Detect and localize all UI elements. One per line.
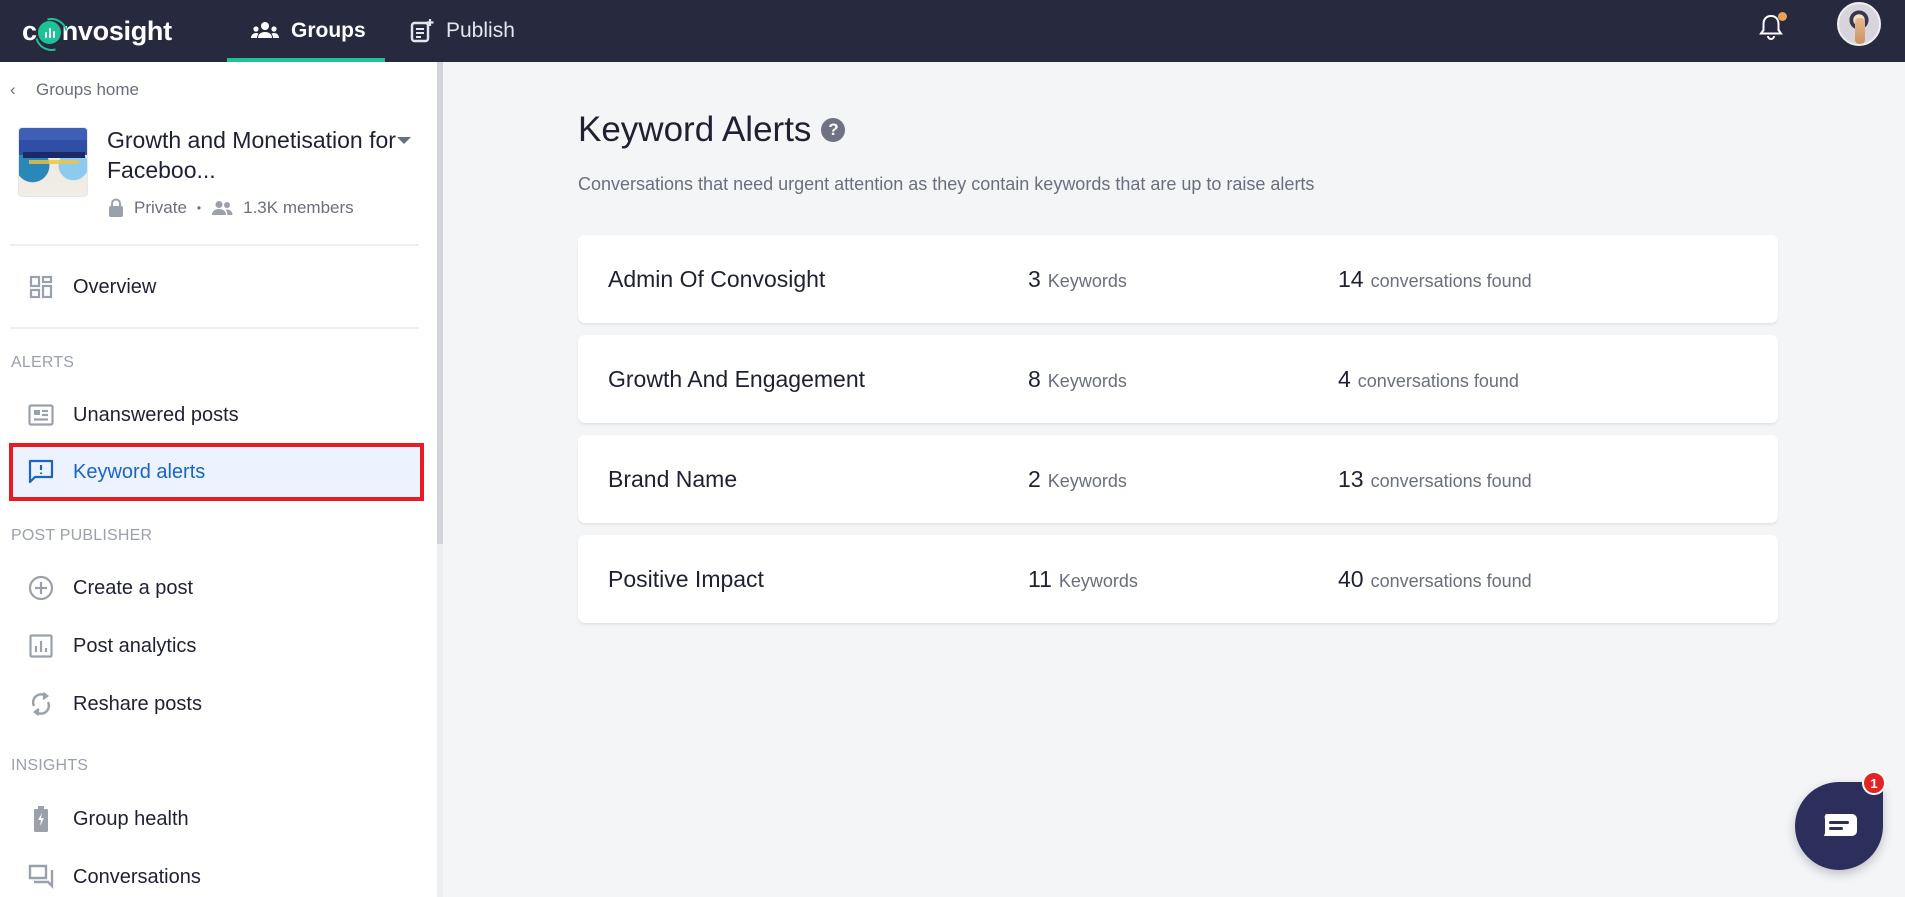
sidebar-item-label: Unanswered posts (73, 403, 239, 426)
help-icon[interactable]: ? (821, 118, 846, 142)
meta-separator: • (196, 201, 202, 215)
group-cover-image (18, 127, 88, 197)
sidebar-item-label: Keyword alerts (73, 460, 206, 483)
sidebar-item-unanswered-posts[interactable]: Unanswered posts (9, 389, 424, 441)
conversations-number: 40 (1338, 565, 1364, 592)
sidebar-item-label: Post analytics (73, 634, 197, 657)
keywords-unit: Keywords (1047, 370, 1127, 391)
plus-circle-icon (28, 575, 54, 601)
analytics-icon (28, 633, 54, 659)
keywords-count: 2 Keywords (1028, 466, 1127, 493)
alert-name: Brand Name (608, 465, 738, 492)
nav-tab-publish-label: Publish (446, 19, 515, 42)
conversations-number: 13 (1338, 465, 1364, 492)
sidebar-item-group-health[interactable]: Group health (9, 793, 424, 845)
groups-home-link[interactable]: ‹ Groups home (10, 78, 139, 102)
conversations-count: 13 conversations found (1338, 466, 1532, 493)
unanswered-posts-icon (28, 402, 54, 428)
keywords-unit: Keywords (1047, 470, 1127, 491)
section-label-insights: INSIGHTS (11, 757, 89, 774)
overview-icon (28, 274, 54, 300)
conversations-icon (28, 864, 54, 890)
sidebar-scroll-track (437, 544, 443, 897)
sidebar-item-conversations[interactable]: Conversations (9, 851, 424, 897)
logo-mark-icon (37, 20, 61, 44)
notification-dot (1778, 12, 1787, 21)
sidebar-item-post-analytics[interactable]: Post analytics (9, 620, 424, 672)
chevron-left-icon: ‹ (10, 80, 16, 99)
nav-tab-groups[interactable]: Groups (227, 0, 385, 62)
group-name: Growth and Monetisation for Faceboo... (107, 127, 396, 183)
section-label-alerts: ALERTS (11, 354, 75, 371)
groups-home-label: Groups home (36, 80, 139, 99)
keywords-number: 3 (1028, 265, 1041, 292)
keyword-alert-card[interactable]: Brand Name 2 Keywords 13 conversations f… (578, 435, 1778, 523)
sidebar-item-overview[interactable]: Overview (9, 261, 424, 313)
conversations-number: 4 (1338, 365, 1351, 392)
group-members-count: 1.3K members (243, 198, 354, 217)
keyword-alert-card[interactable]: Admin Of Convosight 3 Keywords 14 conver… (578, 235, 1778, 323)
keywords-count: 3 Keywords (1028, 266, 1127, 293)
top-navbar: c nvosight Groups Publish (0, 0, 1905, 62)
keyword-alert-card[interactable]: Growth And Engagement 8 Keywords 4 conve… (578, 335, 1778, 423)
keywords-count: 11 Keywords (1028, 566, 1138, 593)
alert-name: Admin Of Convosight (608, 265, 826, 292)
alert-name: Positive Impact (608, 565, 764, 592)
sidebar-scrollbar[interactable] (437, 62, 443, 544)
sidebar-item-label: Group health (73, 807, 189, 830)
chat-unread-badge: 1 (1862, 771, 1886, 795)
chat-widget-button[interactable] (1795, 782, 1883, 870)
lock-icon (109, 198, 123, 217)
battery-health-icon (28, 806, 54, 832)
conversations-unit: conversations found (1370, 270, 1532, 291)
conversations-count: 4 conversations found (1338, 366, 1519, 393)
keywords-number: 8 (1028, 365, 1041, 392)
conversations-unit: conversations found (1370, 570, 1532, 591)
nav-tab-publish[interactable]: Publish (410, 0, 515, 62)
sidebar-item-create-post[interactable]: Create a post (9, 562, 424, 614)
page-title-text: Keyword Alerts (578, 110, 812, 149)
page-title: Keyword Alerts ? (578, 110, 846, 150)
sidebar-item-label: Overview (73, 275, 157, 298)
conversations-count: 40 conversations found (1338, 566, 1532, 593)
nav-tab-groups-label: Groups (291, 19, 366, 42)
conversations-number: 14 (1338, 265, 1364, 292)
members-icon (212, 201, 233, 215)
alert-name: Growth And Engagement (608, 365, 865, 392)
sidebar-divider (10, 244, 419, 246)
keyword-alert-icon (28, 459, 54, 485)
conversations-unit: conversations found (1370, 470, 1532, 491)
chat-icon (1824, 814, 1857, 836)
keywords-unit: Keywords (1058, 570, 1138, 591)
logo-text-suffix: nvosight (61, 15, 172, 46)
groups-icon (251, 22, 279, 38)
conversations-unit: conversations found (1357, 370, 1519, 391)
keywords-count: 8 Keywords (1028, 366, 1127, 393)
keywords-number: 2 (1028, 465, 1041, 492)
sidebar-divider (10, 327, 419, 329)
sidebar-item-label: Create a post (73, 576, 194, 599)
publish-icon (410, 19, 434, 43)
group-privacy: Private (134, 198, 187, 217)
keywords-number: 11 (1028, 565, 1052, 592)
section-label-post-publisher: POST PUBLISHER (11, 527, 153, 544)
sidebar-item-label: Conversations (73, 865, 201, 888)
sidebar-item-label: Reshare posts (73, 692, 202, 715)
reshare-icon (28, 691, 54, 717)
keyword-alert-card[interactable]: Positive Impact 11 Keywords 40 conversat… (578, 535, 1778, 623)
convosight-logo[interactable]: c nvosight (22, 11, 172, 51)
keywords-unit: Keywords (1047, 270, 1127, 291)
group-switcher-caret-icon[interactable] (397, 137, 411, 144)
group-meta: Private • 1.3K members (108, 196, 354, 220)
user-avatar[interactable] (1837, 2, 1881, 46)
conversations-count: 14 conversations found (1338, 266, 1532, 293)
sidebar-item-keyword-alerts[interactable]: Keyword alerts (9, 443, 424, 501)
page-subtitle: Conversations that need urgent attention… (578, 174, 1315, 194)
sidebar-item-reshare-posts[interactable]: Reshare posts (9, 678, 424, 730)
